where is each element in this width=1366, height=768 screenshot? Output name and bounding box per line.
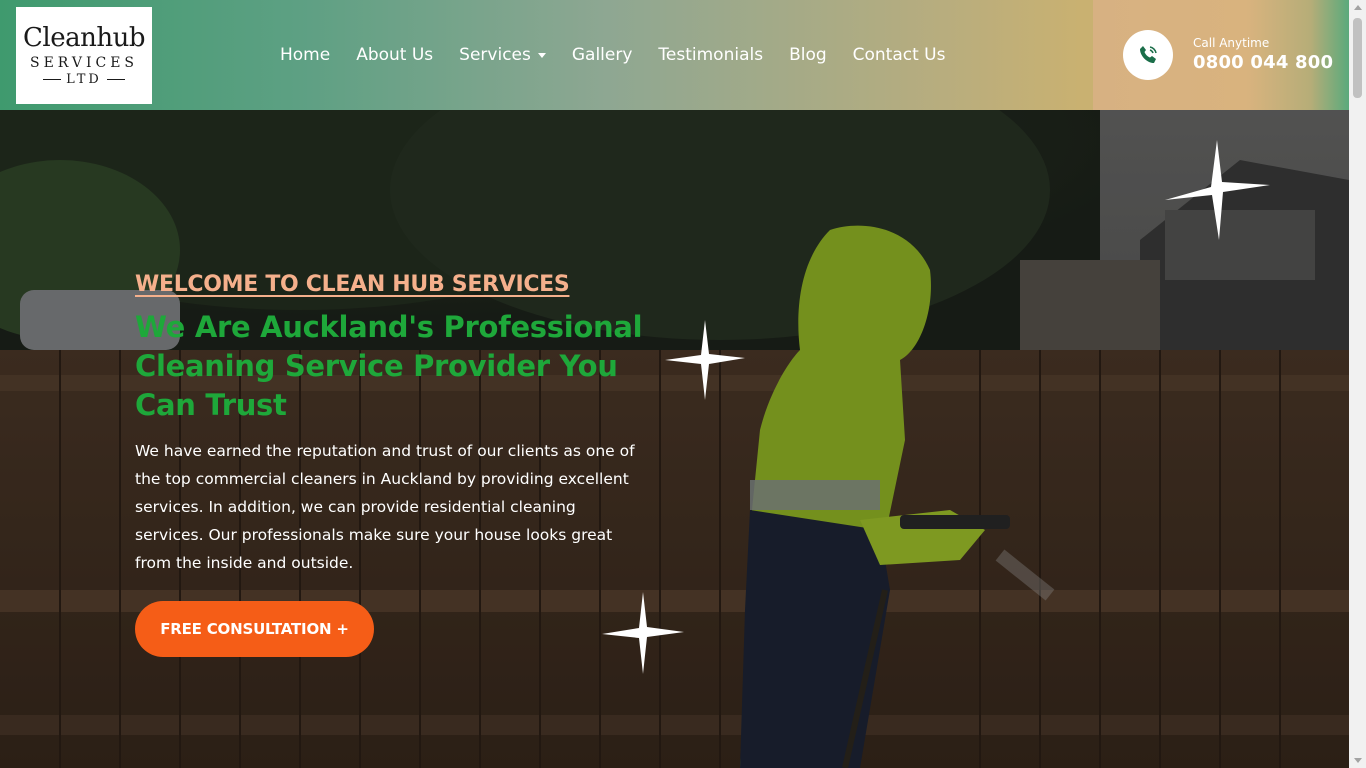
hero-description: We have earned the reputation and trust … (135, 442, 635, 572)
scroll-down-icon[interactable] (1354, 758, 1362, 763)
hero-content: WELCOME TO CLEAN HUB SERVICES We Are Auc… (135, 270, 655, 657)
page-scrollbar[interactable] (1349, 0, 1366, 768)
hero-section: WELCOME TO CLEAN HUB SERVICES We Are Auc… (0, 110, 1349, 768)
logo-line2: SERVICES (29, 54, 138, 71)
nav-home[interactable]: Home (280, 45, 330, 65)
scroll-thumb[interactable] (1353, 18, 1362, 98)
phone-icon (1123, 30, 1173, 80)
logo-dash-right (106, 79, 125, 80)
sparkle-icon (665, 320, 745, 400)
call-box[interactable]: Call Anytime 0800 044 800 (1093, 0, 1349, 110)
call-text: Call Anytime 0800 044 800 (1193, 35, 1333, 75)
logo-line1: Cleanhub (23, 22, 145, 53)
chevron-down-icon (537, 52, 546, 58)
sparkle-icon (602, 592, 684, 674)
call-label: Call Anytime (1193, 36, 1270, 50)
sparkle-icon (1165, 140, 1270, 240)
logo-ltd: LTD (66, 71, 102, 87)
main-nav: Home About Us Services Gallery Testimoni… (267, 0, 959, 110)
free-consultation-button[interactable]: FREE CONSULTATION + (135, 601, 374, 657)
site-header: Cleanhub SERVICES LTD Home About Us Serv… (0, 0, 1349, 110)
logo-dash-left (43, 79, 62, 80)
nav-about-us[interactable]: About Us (356, 45, 433, 65)
hero-headline: We Are Auckland's Professional Cleaning … (135, 310, 643, 422)
nav-services-label: Services (459, 45, 531, 65)
hero-welcome: WELCOME TO CLEAN HUB SERVICES (135, 272, 570, 297)
nav-contact-us[interactable]: Contact Us (853, 45, 946, 65)
nav-blog[interactable]: Blog (789, 45, 827, 65)
nav-testimonials[interactable]: Testimonials (658, 45, 763, 65)
call-number[interactable]: 0800 044 800 (1193, 51, 1333, 75)
scroll-up-icon[interactable] (1354, 5, 1362, 10)
logo-line3: LTD (43, 72, 125, 88)
logo[interactable]: Cleanhub SERVICES LTD (16, 7, 152, 104)
nav-services[interactable]: Services (459, 45, 546, 65)
nav-gallery[interactable]: Gallery (572, 45, 633, 65)
